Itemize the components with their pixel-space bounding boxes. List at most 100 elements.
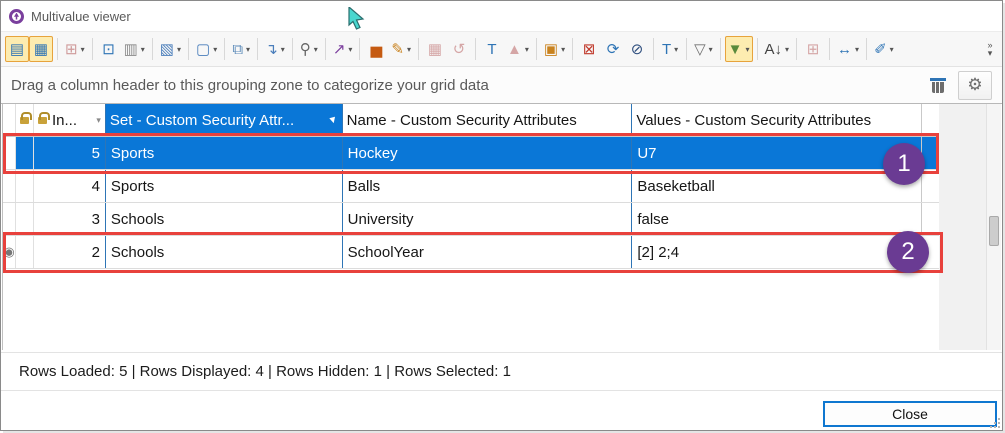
chevron-down-icon[interactable]: ▾	[141, 45, 145, 54]
grid-refresh-button[interactable]: ⟳	[601, 36, 625, 62]
cell-filler[interactable]	[922, 170, 939, 202]
export-icon: ↗	[333, 42, 346, 57]
chevron-down-icon[interactable]: ▾	[785, 45, 789, 54]
table-row[interactable]: ◉ 2SchoolsSchoolYear[2] 2;4	[3, 236, 939, 269]
grid-style-button[interactable]: ✐▾	[871, 36, 897, 62]
chevron-down-icon[interactable]: ▾	[213, 45, 217, 54]
column-width-button[interactable]: ↔▾	[834, 36, 862, 62]
cell-lock[interactable]	[16, 170, 34, 202]
cancel-sync-button[interactable]: ⊘	[625, 36, 649, 62]
header-lock-column[interactable]	[16, 104, 34, 136]
table-row[interactable]: 5SportsHockeyU7	[3, 137, 939, 170]
sort-az-button[interactable]: A↓▾	[762, 36, 793, 62]
cell-row-indicator[interactable]	[3, 203, 16, 235]
cell-name[interactable]: Hockey	[343, 137, 633, 169]
cell-lock[interactable]	[16, 137, 34, 169]
filter-checked-button[interactable]: ▼▾	[725, 36, 753, 62]
status-bar: Rows Loaded: 5 | Rows Displayed: 4 | Row…	[1, 353, 1002, 390]
header-index-column[interactable]: In... ▾	[34, 104, 106, 136]
export-button[interactable]: ↗▾	[330, 36, 356, 62]
cell-values[interactable]: Baseketball	[632, 170, 922, 202]
toolbar-overflow-button[interactable]: » ▾	[982, 41, 998, 57]
dashed-table-undo-button[interactable]: ↺	[447, 36, 471, 62]
dashed-table-button[interactable]: ▦	[423, 36, 447, 62]
cell-name[interactable]: SchoolYear	[343, 236, 633, 268]
chevron-down-icon[interactable]: ▾	[561, 45, 565, 54]
table-highlight-button[interactable]: ▣▾	[541, 36, 568, 62]
trash-icon[interactable]	[930, 76, 946, 94]
text-format-button[interactable]: T▾	[658, 36, 682, 62]
table-row[interactable]: 4SportsBallsBaseketball	[3, 170, 939, 203]
header-row-indicator[interactable]	[3, 104, 16, 136]
chevron-down-icon[interactable]: ▾	[525, 45, 529, 54]
cell-set[interactable]: Sports	[106, 137, 343, 169]
column-sparkline-button[interactable]: ▧▾	[157, 36, 184, 62]
group-by-button[interactable]: ⊞▾	[62, 36, 88, 62]
grouping-zone[interactable]: Drag a column header to this grouping zo…	[1, 67, 1002, 104]
cell-filler[interactable]	[922, 236, 939, 268]
chevron-down-icon[interactable]: ▾	[96, 115, 101, 126]
cell-index[interactable]: 5	[34, 137, 106, 169]
cell-name[interactable]: University	[343, 203, 633, 235]
cell-row-indicator[interactable]	[3, 170, 16, 202]
cell-name[interactable]: Balls	[343, 170, 633, 202]
histogram-button[interactable]: ▲▾	[504, 36, 532, 62]
search-button[interactable]: ⚲▾	[297, 36, 321, 62]
copy-button[interactable]: ⧉▾	[229, 36, 253, 62]
chevron-down-icon[interactable]: ▾	[746, 45, 750, 54]
cell-values[interactable]: [2] 2;4	[632, 236, 922, 268]
filter-by-text-button[interactable]: ▽▾	[691, 36, 716, 62]
date-grid-icon: ⊡	[102, 42, 115, 57]
cell-filler[interactable]	[922, 137, 939, 169]
toolbar-separator	[325, 38, 326, 60]
cell-index[interactable]: 4	[34, 170, 106, 202]
chevron-down-icon[interactable]: ▾	[407, 45, 411, 54]
scrollbar-thumb[interactable]	[989, 216, 999, 246]
toolbar-separator	[292, 38, 293, 60]
date-grid-button[interactable]: ⊡	[97, 36, 121, 62]
chevron-down-icon[interactable]: ▾	[348, 45, 352, 54]
chevron-down-icon[interactable]: ▾	[281, 45, 285, 54]
row-delete-button[interactable]: ⊠	[577, 36, 601, 62]
cell-values[interactable]: false	[632, 203, 922, 235]
chevron-down-icon[interactable]: ▾	[855, 45, 859, 54]
chevron-down-icon[interactable]: ▾	[890, 45, 894, 54]
settings-button[interactable]: ⚙	[958, 71, 992, 100]
cell-lock[interactable]	[16, 203, 34, 235]
chevron-down-icon[interactable]: ▾	[314, 45, 318, 54]
cell-set[interactable]: Sports	[106, 170, 343, 202]
cell-filler[interactable]	[922, 203, 939, 235]
column-filter-icon[interactable]: ▼	[326, 113, 338, 126]
table-row[interactable]: 3SchoolsUniversityfalse	[3, 203, 939, 236]
view-row-layout-button[interactable]: ▤	[5, 36, 29, 62]
chevron-down-icon[interactable]: ▾	[246, 45, 250, 54]
cell-index[interactable]: 3	[34, 203, 106, 235]
cell-row-indicator[interactable]: ◉	[3, 236, 16, 268]
edit-button[interactable]: ✎▾	[388, 36, 414, 62]
filter-by-text-icon: ▽	[694, 42, 706, 57]
insert-rows-button[interactable]: ↴▾	[262, 36, 288, 62]
bar-chart-button[interactable]: ▅	[364, 36, 388, 62]
merge-cells-button[interactable]: ⊞	[801, 36, 825, 62]
cell-index[interactable]: 2	[34, 236, 106, 268]
view-grid-layout-button[interactable]: ▦	[29, 36, 53, 62]
column-chooser-button[interactable]: ▥▾	[121, 36, 148, 62]
header-values-column[interactable]: Values - Custom Security Attributes	[632, 104, 922, 136]
vertical-scrollbar[interactable]	[986, 104, 1001, 350]
chevron-down-icon[interactable]: ▾	[177, 45, 181, 54]
cell-row-indicator[interactable]	[3, 137, 16, 169]
close-button[interactable]: Close	[823, 401, 997, 427]
translate-grid-button[interactable]: T	[480, 36, 504, 62]
header-name-column[interactable]: Name - Custom Security Attributes	[343, 104, 633, 136]
cell-values[interactable]: U7	[632, 137, 922, 169]
resize-grip-icon[interactable]	[990, 418, 1000, 428]
view-grid-layout-icon: ▦	[34, 42, 48, 57]
selection-mode-button[interactable]: ▢▾	[193, 36, 220, 62]
chevron-down-icon[interactable]: ▾	[709, 45, 713, 54]
chevron-down-icon[interactable]: ▾	[81, 45, 85, 54]
header-set-column[interactable]: Set - Custom Security Attr... ▼	[106, 104, 343, 136]
cell-set[interactable]: Schools	[106, 236, 343, 268]
cell-lock[interactable]	[16, 236, 34, 268]
cell-set[interactable]: Schools	[106, 203, 343, 235]
chevron-down-icon[interactable]: ▾	[674, 45, 678, 54]
